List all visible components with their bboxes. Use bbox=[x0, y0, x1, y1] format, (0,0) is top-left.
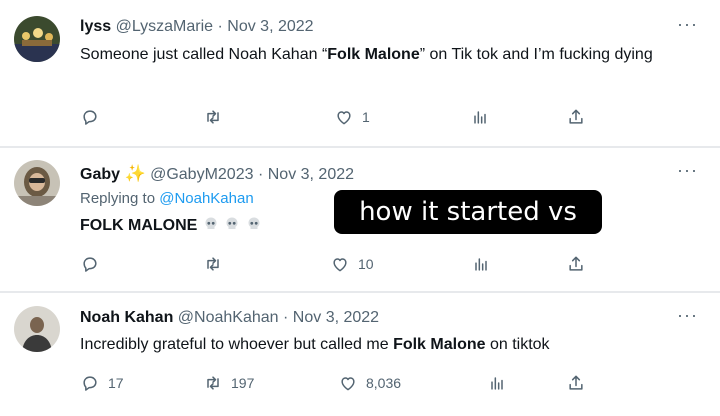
tweet-text: Incredibly grateful to whoever but calle… bbox=[80, 333, 700, 356]
tweet-date[interactable]: Nov 3, 2022 bbox=[268, 166, 354, 183]
separator-dot: · bbox=[257, 166, 264, 183]
like-button[interactable]: 1 bbox=[334, 105, 370, 129]
tweet-date[interactable]: Nov 3, 2022 bbox=[293, 309, 379, 326]
like-button[interactable]: 10 bbox=[330, 252, 374, 276]
more-icon[interactable]: ··· bbox=[677, 160, 698, 181]
reply-button[interactable] bbox=[80, 252, 108, 276]
tweet-text-bold: Folk Malone bbox=[327, 46, 420, 63]
retweet-icon bbox=[207, 110, 219, 124]
reply-count: 17 bbox=[108, 375, 124, 391]
user-handle[interactable]: @GabyM2023 bbox=[150, 166, 253, 183]
share-icon bbox=[569, 375, 583, 390]
display-name[interactable]: Gaby bbox=[80, 166, 120, 183]
tweet-text: Someone just called Noah Kahan “Folk Mal… bbox=[80, 43, 700, 66]
avatar[interactable] bbox=[14, 16, 60, 62]
tweet-text-part: Incredibly grateful to whoever but calle… bbox=[80, 336, 394, 353]
tweet-text-part: ” on Tik tok and I’m fucking dying bbox=[419, 46, 653, 63]
user-handle[interactable]: @LyszaMarie bbox=[116, 18, 213, 35]
views-button[interactable] bbox=[471, 252, 491, 276]
replying-to-handle[interactable]: @NoahKahan bbox=[159, 190, 253, 207]
share-button[interactable] bbox=[566, 371, 586, 395]
reply-button[interactable] bbox=[80, 105, 108, 129]
skull-emoji bbox=[226, 217, 238, 229]
share-button[interactable] bbox=[566, 105, 586, 129]
skull-emoji bbox=[205, 217, 217, 229]
like-button[interactable]: 8,036 bbox=[338, 371, 401, 395]
retweet-icon bbox=[207, 257, 219, 271]
tweet-actions: 17 197 8,036 bbox=[0, 371, 720, 395]
avatar[interactable] bbox=[14, 160, 60, 206]
retweet-button[interactable]: 197 bbox=[203, 371, 254, 395]
avatar-image-icon bbox=[14, 306, 60, 352]
retweet-icon bbox=[207, 376, 219, 390]
views-button[interactable] bbox=[470, 105, 490, 129]
tweet-lyss[interactable]: lyss @LyszaMarie · Nov 3, 2022 ··· Someo… bbox=[0, 0, 720, 145]
avatar-image-icon bbox=[14, 16, 60, 62]
share-icon bbox=[569, 256, 583, 271]
tweet-noah-kahan[interactable]: Noah Kahan @NoahKahan · Nov 3, 2022 ··· … bbox=[0, 293, 720, 416]
retweet-count: 197 bbox=[231, 375, 255, 391]
retweet-button[interactable] bbox=[203, 252, 231, 276]
display-name[interactable]: lyss bbox=[80, 18, 111, 35]
skull-emoji bbox=[248, 217, 260, 229]
tweet-header: Noah Kahan @NoahKahan · Nov 3, 2022 bbox=[80, 309, 379, 327]
tweet-header: Gaby ✨ @GabyM2023 · Nov 3, 2022 bbox=[80, 164, 354, 184]
share-button[interactable] bbox=[566, 252, 586, 276]
video-caption-overlay: how it started vs bbox=[334, 190, 602, 234]
like-count: 10 bbox=[358, 256, 374, 272]
display-name[interactable]: Noah Kahan bbox=[80, 309, 173, 326]
user-handle[interactable]: @NoahKahan bbox=[178, 309, 279, 326]
tweet-text-part: on tiktok bbox=[485, 336, 550, 353]
separator-dot: · bbox=[283, 309, 289, 326]
separator-dot: · bbox=[217, 18, 223, 35]
tweet-text-bold: FOLK MALONE bbox=[80, 217, 198, 234]
reply-icon bbox=[83, 376, 97, 391]
like-icon bbox=[337, 111, 351, 125]
tweet-date[interactable]: Nov 3, 2022 bbox=[227, 18, 313, 35]
tweet-text-bold: Folk Malone bbox=[393, 336, 486, 353]
more-icon[interactable]: ··· bbox=[677, 305, 698, 326]
retweet-button[interactable] bbox=[203, 105, 231, 129]
like-count: 8,036 bbox=[366, 375, 402, 391]
tweet-text-part: Someone just called Noah Kahan “ bbox=[80, 46, 328, 63]
like-count: 1 bbox=[362, 109, 370, 125]
replying-to-label: Replying to bbox=[80, 190, 160, 207]
reply-icon bbox=[83, 257, 97, 272]
tweet-header: lyss @LyszaMarie · Nov 3, 2022 bbox=[80, 18, 314, 36]
views-icon bbox=[475, 258, 487, 271]
reply-icon bbox=[83, 110, 97, 125]
views-button[interactable] bbox=[487, 371, 507, 395]
replying-to: Replying to @NoahKahan bbox=[80, 190, 254, 207]
share-icon bbox=[569, 109, 583, 124]
avatar[interactable] bbox=[14, 306, 60, 352]
views-icon bbox=[474, 111, 486, 124]
tweet-actions: 1 bbox=[0, 105, 720, 129]
tweet-actions: 10 bbox=[0, 252, 720, 276]
views-icon bbox=[491, 377, 503, 390]
reply-button[interactable]: 17 bbox=[80, 371, 124, 395]
like-icon bbox=[333, 258, 347, 272]
sparkle-emoji: ✨ bbox=[124, 164, 146, 183]
more-icon[interactable]: ··· bbox=[677, 14, 698, 35]
like-icon bbox=[341, 377, 355, 391]
avatar-image-icon bbox=[14, 160, 60, 206]
